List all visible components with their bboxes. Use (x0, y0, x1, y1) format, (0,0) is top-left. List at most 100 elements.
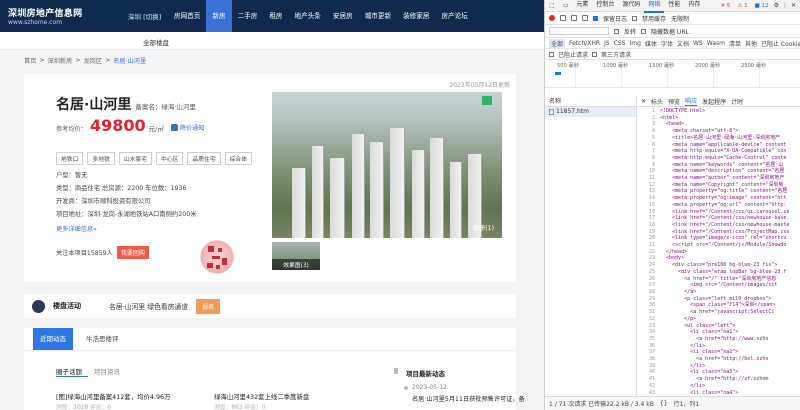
subtab-project-news[interactable]: 项目资讯 (94, 366, 120, 376)
devtools-tab[interactable]: 源代码 (618, 0, 644, 13)
preserve-log-checkbox[interactable] (593, 15, 598, 21)
timeline-tick: 2500 毫秒 (741, 63, 767, 69)
nav-item[interactable]: 房产论坛 (435, 0, 473, 32)
album-count[interactable]: 相册(1) (473, 223, 494, 232)
type-filter[interactable]: 字体 (661, 39, 673, 48)
inspect-icon[interactable]: ⬚ (545, 0, 559, 12)
code-line: <span class="f14">深圳</span> (660, 302, 776, 309)
devtools-tab[interactable]: 内存 (684, 0, 704, 13)
warning-badge[interactable]: ⚠ 1 (735, 3, 749, 9)
news-item[interactable]: [图]绿海山河里备案412套，均价4.96万 (56, 392, 171, 401)
type-filter[interactable]: Wasm (707, 40, 725, 47)
device-toggle-icon[interactable]: ▭ (559, 0, 573, 12)
breadcrumb-item[interactable]: 名居·山河里 (113, 56, 146, 65)
tab-recent-news[interactable]: 近期动态 (33, 328, 73, 350)
settings-icon[interactable]: ⚙ (774, 2, 779, 9)
name-column-header[interactable]: 名称 (545, 96, 636, 107)
nav-item[interactable]: 二手房 (232, 0, 264, 32)
latest-text[interactable]: 名居·山河里5月11日获批预售许可证，备 (412, 394, 525, 403)
invert-checkbox[interactable] (614, 28, 619, 34)
dynamics-section: 近期动态 牛浩思楼评 圈子话题 项目资讯 [图]绿海山河里备案412套，均价4.… (24, 328, 525, 410)
throttling-select[interactable]: 无限制 (671, 14, 689, 23)
type-filter[interactable]: Fetch/XHR (569, 40, 600, 47)
close-icon[interactable]: ✕ (791, 2, 796, 9)
price-drop-notify-link[interactable]: 降价通知 (170, 123, 205, 132)
third-party-checkbox[interactable] (592, 51, 598, 57)
news-meta: 浏览：1028 评论：0 (56, 405, 112, 410)
type-filter[interactable]: WS (693, 40, 703, 47)
signup-button[interactable]: 报名 (196, 298, 221, 314)
detail-tab[interactable]: 标头 (651, 97, 663, 106)
feature-tag: 山水豪宅 (118, 152, 153, 165)
nav-item[interactable]: 新房 (206, 0, 232, 32)
code-line: <link href="/Content/css/newhouse-base. (660, 215, 790, 222)
price-value: 49800 (89, 116, 146, 135)
nav-item[interactable]: 装修家居 (397, 0, 435, 32)
timeline-tick: 1000 毫秒 (603, 63, 629, 69)
subtab-topics[interactable]: 圈子话题 (56, 366, 82, 376)
record-icon[interactable] (549, 15, 555, 21)
response-code-view[interactable]: 1 2 3 4 5 6 7 8 9 10 11 12 13 14 15 16 17 18 19 20 21 22 23 24 2… (638, 108, 800, 396)
subnav-all-projects[interactable]: 全部楼盘 (143, 37, 169, 47)
devtools-tab[interactable]: 元素 (572, 0, 592, 13)
qr-code-icon (196, 236, 238, 278)
hide-data-url-checkbox[interactable] (641, 28, 647, 34)
type-filter[interactable]: 媒体 (645, 39, 657, 48)
group-buy-button[interactable]: 我要团购 (116, 246, 149, 259)
filter-icon[interactable] (571, 15, 577, 21)
devtools-tab[interactable]: 控制台 (592, 0, 618, 13)
detail-tab[interactable]: 响应 (685, 96, 698, 106)
request-row[interactable]: 11857.htm (545, 107, 636, 117)
breadcrumb-item[interactable]: 龙岗区 (84, 56, 103, 65)
filter-input[interactable] (549, 27, 609, 35)
type-filter[interactable]: CSS (614, 40, 626, 47)
detail-tab[interactable]: 预览 (668, 97, 680, 106)
type-filter[interactable]: 已阻止 Cookie (761, 39, 800, 48)
devtools-tab[interactable]: 网络 (644, 0, 665, 13)
project-photo[interactable]: 相册(1) (272, 92, 502, 238)
nav-item[interactable]: 房网首页 (168, 0, 206, 32)
detail-tab[interactable]: 计时 (731, 97, 743, 106)
nav-item[interactable]: 租房 (263, 0, 288, 32)
line-number: 15 (648, 201, 655, 208)
error-badge[interactable]: ✕ 5 (719, 3, 733, 9)
detail-tab[interactable]: 发起程序 (702, 97, 726, 106)
blocked-requests-checkbox[interactable] (549, 51, 554, 57)
activity-bar: 楼盘活动 名居·山河里 绿色看房通道 报名 (24, 294, 516, 318)
rendering-thumbnail[interactable]: 效果图(3) (272, 242, 320, 270)
news-meta: 浏览：863 评论：0 (214, 405, 266, 410)
type-filter[interactable]: 其他 (745, 39, 757, 48)
type-filter[interactable]: Img (630, 40, 641, 47)
devtools-tab[interactable]: 性能 (664, 0, 684, 13)
type-filter[interactable]: 清单 (729, 39, 741, 48)
code-line: <!DOCTYPE html> (660, 108, 706, 114)
breadcrumb-item[interactable]: 首页 (24, 56, 36, 65)
line-number: 16 (648, 208, 655, 215)
nav-item[interactable]: 城市更新 (359, 0, 397, 32)
type-filter[interactable]: 全部 (549, 38, 566, 48)
block-filters: 已阻止请求 第三方请求 (545, 49, 800, 60)
feature-tag: 综合体 (224, 152, 253, 165)
city-switcher[interactable]: 深圳 [切换] (128, 11, 168, 21)
more-info-link[interactable]: 更多详细信息» (56, 224, 97, 233)
line-number: 20 (648, 235, 655, 242)
code-line: <script src="/Content/js/Module/Showdo (660, 242, 787, 249)
news-item[interactable]: 绿海山河里432套上线二季度新盘 (214, 392, 309, 401)
nav-item[interactable]: 地产头条 (289, 0, 327, 32)
close-detail-icon[interactable]: ✕ (641, 98, 646, 105)
site-logo[interactable]: 深圳房地产信息网 www.szhome.com (0, 6, 128, 26)
network-timeline[interactable]: 500 毫秒 1000 毫秒 1500 毫秒 2000 毫秒 2500 毫秒 (545, 60, 800, 88)
more-icon[interactable]: ⋮ (782, 2, 788, 9)
breadcrumb-item[interactable]: 深圳新房 (48, 56, 73, 65)
type-filter[interactable]: 文档 (677, 39, 689, 48)
search-icon[interactable] (582, 15, 588, 21)
request-list: 名称 11857.htm (545, 96, 637, 396)
clear-icon[interactable] (560, 15, 566, 21)
disable-cache-label: 禁用缓存 (642, 15, 667, 23)
type-filter[interactable]: JS (604, 40, 610, 47)
format-icon[interactable]: {} (660, 400, 668, 407)
tab-reviews[interactable]: 牛浩思楼评 (86, 328, 119, 350)
info-badge[interactable]: ■ 12 (753, 3, 771, 9)
disable-cache-checkbox[interactable] (632, 15, 638, 21)
nav-item[interactable]: 安居房 (327, 0, 359, 32)
